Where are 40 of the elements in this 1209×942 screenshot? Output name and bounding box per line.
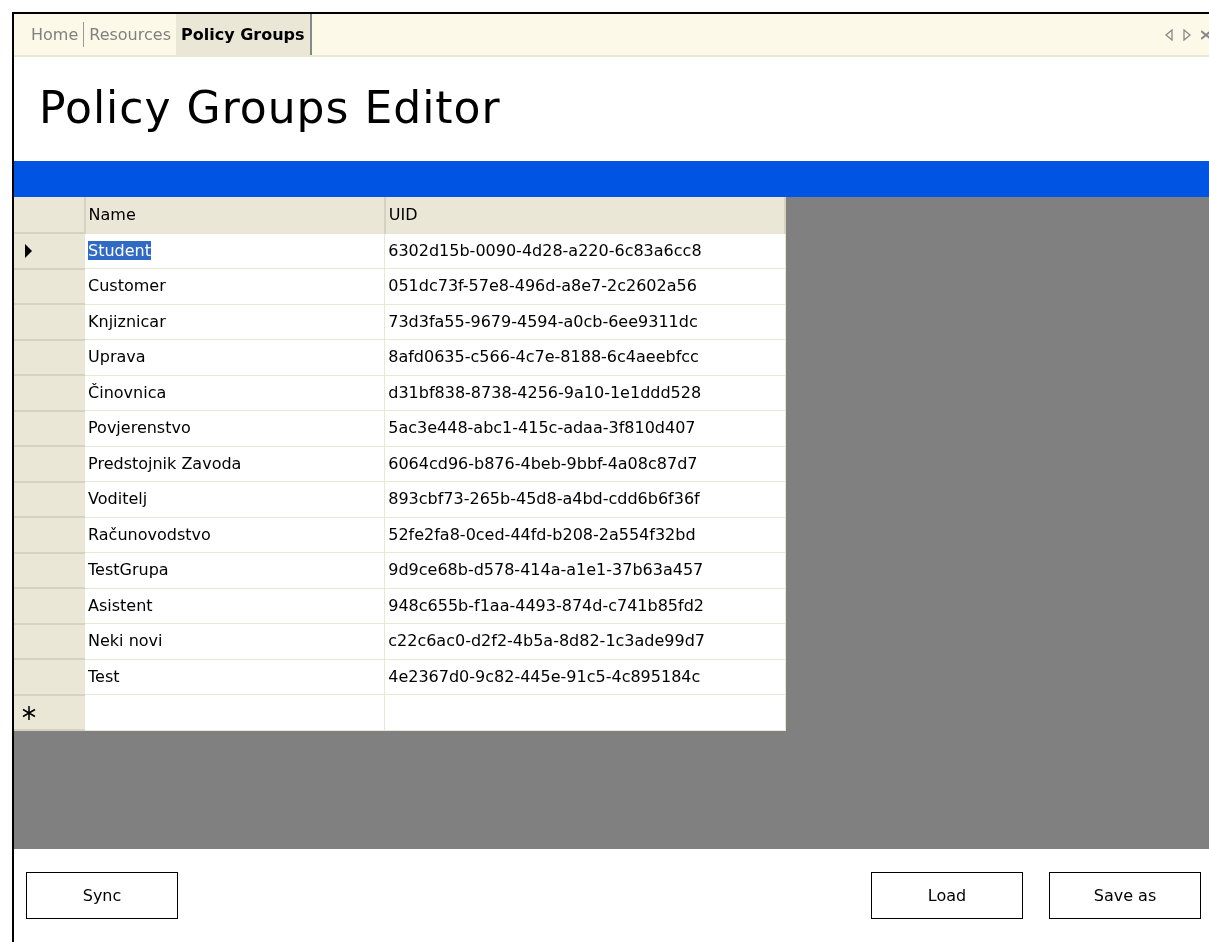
table-cell: d31bf838-8738-4256-9a10-1e1ddd528	[384, 375, 785, 411]
table-cell: c22c6ac0-d2f2-4b5a-8d82-1c3ade99d7	[384, 623, 785, 659]
close-icon[interactable]	[1201, 29, 1209, 40]
column-header[interactable]: UID	[384, 197, 785, 233]
right-arrow-icon[interactable]	[1183, 28, 1191, 41]
table-cell: 9d9ce68b-d578-414a-a1e1-37b63a457	[384, 552, 785, 588]
cell-text: Povjerenstvo	[88, 418, 191, 438]
cell-text: Neki novi	[88, 631, 163, 651]
cell-text: Student	[88, 240, 151, 260]
table-cell: 948c655b-f1aa-4493-874d-c741b85fd2	[384, 588, 785, 624]
table-cell: 893cbf73-265b-45d8-a4bd-cdd6b6f36f	[384, 481, 785, 517]
column-header[interactable]: Name	[84, 197, 385, 233]
table-cell: 4e2367d0-9c82-445e-91c5-4c895184c	[384, 659, 785, 695]
cell-text: Činovnica	[88, 382, 167, 402]
tab[interactable]: Home	[26, 14, 84, 55]
table-cell: 73d3fa55-9679-4594-a0cb-6ee9311dc	[384, 304, 785, 340]
row-header-corner	[14, 197, 85, 233]
cell-text: Voditelj	[88, 489, 148, 509]
table-cell: 5ac3e448-abc1-415c-adaa-3f810d407	[384, 410, 785, 446]
tab[interactable]: Policy Groups	[175, 14, 312, 55]
table-cell: 6064cd96-b876-4beb-9bbf-4a08c87d7	[384, 446, 785, 482]
row-header[interactable]	[14, 694, 85, 730]
tab[interactable]: Resources	[84, 14, 176, 55]
cell-text: Računovodstvo	[88, 524, 211, 544]
page-title: Policy Groups Editor	[38, 81, 502, 135]
table-cell: 051dc73f-57e8-496d-a8e7-2c2602a56	[384, 268, 785, 304]
cell-text: Asistent	[88, 595, 153, 615]
cell-text: Uprava	[88, 347, 146, 367]
cell-text: TestGrupa	[88, 560, 169, 580]
load-button[interactable]: Load	[871, 872, 1023, 919]
left-arrow-icon[interactable]	[1165, 28, 1173, 41]
sync-button[interactable]: Sync	[26, 872, 178, 919]
cell-text: Knjiznicar	[88, 311, 166, 331]
table-cell: 6302d15b-0090-4d28-a220-6c83a6cc8	[384, 233, 785, 269]
table-cell: 8afd0635-c566-4c7e-8188-6c4aeebfcc	[384, 339, 785, 375]
table-cell: 52fe2fa8-0ced-44fd-b208-2a554f32bd	[384, 517, 785, 553]
cell-text: Predstojnik Zavoda	[88, 453, 242, 473]
cell-text: Customer	[88, 276, 166, 296]
cell-text: Test	[88, 666, 120, 686]
save-as-button[interactable]: Save as	[1049, 872, 1201, 919]
